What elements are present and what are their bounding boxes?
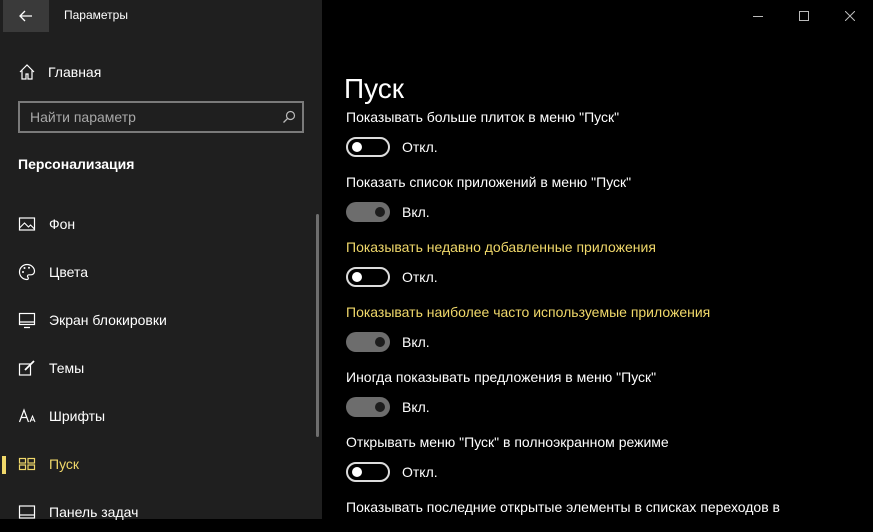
start-icon bbox=[18, 457, 36, 471]
close-button[interactable] bbox=[827, 0, 873, 32]
setting-label: Показывать последние открытые элементы в… bbox=[346, 499, 780, 515]
search-input[interactable] bbox=[20, 103, 280, 131]
search-box[interactable] bbox=[18, 101, 304, 133]
sidebar-item-label: Шрифты bbox=[49, 408, 106, 424]
sidebar-item-label: Пуск bbox=[49, 456, 80, 472]
sidebar-item-home[interactable]: Главная bbox=[18, 62, 101, 82]
close-icon bbox=[845, 11, 855, 21]
toggle-state: Вкл. bbox=[402, 204, 430, 220]
minimize-button[interactable] bbox=[735, 0, 781, 32]
sidebar: Параметры Главная Персонализация Фон Цве… bbox=[0, 0, 322, 520]
sidebar-item-label: Главная bbox=[48, 64, 102, 80]
minimize-icon bbox=[753, 16, 763, 17]
toggle-knob bbox=[375, 207, 385, 217]
font-icon bbox=[18, 408, 36, 423]
setting-more-tiles: Показывать больше плиток в меню "Пуск" О… bbox=[346, 109, 846, 158]
setting-suggestions: Иногда показывать предложения в меню "Пу… bbox=[346, 369, 846, 418]
palette-icon bbox=[18, 263, 36, 281]
setting-label: Показывать недавно добавленные приложени… bbox=[346, 239, 656, 255]
toggle-switch[interactable] bbox=[346, 267, 390, 287]
setting-app-list: Показать список приложений в меню "Пуск"… bbox=[346, 174, 846, 223]
app-title: Параметры bbox=[64, 8, 128, 22]
toggle-switch[interactable] bbox=[346, 462, 390, 482]
setting-label: Иногда показывать предложения в меню "Пу… bbox=[346, 369, 657, 385]
maximize-icon bbox=[799, 11, 809, 21]
back-button[interactable] bbox=[3, 0, 49, 32]
setting-label: Показывать больше плиток в меню "Пуск" bbox=[346, 109, 620, 125]
sidebar-item-themes[interactable]: Темы bbox=[0, 348, 310, 388]
setting-most-used: Показывать наиболее часто используемые п… bbox=[346, 304, 846, 353]
sidebar-item-label: Темы bbox=[49, 360, 85, 376]
sidebar-item-fonts[interactable]: Шрифты bbox=[0, 396, 310, 436]
toggle-switch[interactable] bbox=[346, 332, 390, 352]
arrow-left-icon bbox=[19, 10, 32, 22]
setting-fullscreen: Открывать меню "Пуск" в полноэкранном ре… bbox=[346, 434, 846, 483]
toggle-state: Откл. bbox=[402, 269, 438, 285]
toggle-state: Вкл. bbox=[402, 334, 430, 350]
setting-label: Открывать меню "Пуск" в полноэкранном ре… bbox=[346, 434, 669, 450]
toggle-knob bbox=[352, 142, 362, 152]
toggle-switch[interactable] bbox=[346, 202, 390, 222]
active-indicator bbox=[2, 456, 6, 474]
toggle-knob bbox=[352, 467, 362, 477]
toggle-knob bbox=[352, 272, 362, 282]
sidebar-item-label: Цвета bbox=[49, 264, 88, 280]
sidebar-item-colors[interactable]: Цвета bbox=[0, 252, 310, 292]
window-controls bbox=[735, 0, 873, 32]
maximize-button[interactable] bbox=[781, 0, 827, 32]
lock-screen-icon bbox=[18, 312, 36, 329]
toggle-state: Откл. bbox=[402, 464, 438, 480]
taskbar-icon bbox=[18, 505, 36, 519]
setting-recent-items: Показывать последние открытые элементы в… bbox=[346, 499, 846, 515]
toggle-switch[interactable] bbox=[346, 397, 390, 417]
setting-label: Показать список приложений в меню "Пуск" bbox=[346, 174, 632, 190]
toggle-knob bbox=[375, 337, 385, 347]
toggle-state: Откл. bbox=[402, 139, 438, 155]
sidebar-scrollbar[interactable] bbox=[316, 214, 319, 437]
sidebar-item-label: Фон bbox=[49, 216, 76, 232]
toggle-knob bbox=[375, 402, 385, 412]
sidebar-item-label: Панель задач bbox=[49, 504, 139, 520]
page-title: Пуск bbox=[344, 72, 405, 104]
section-title: Персонализация bbox=[18, 156, 135, 172]
toggle-state: Вкл. bbox=[402, 399, 430, 415]
sidebar-item-lock-screen[interactable]: Экран блокировки bbox=[0, 300, 310, 340]
sidebar-item-start[interactable]: Пуск bbox=[0, 444, 310, 484]
setting-label: Показывать наиболее часто используемые п… bbox=[346, 304, 711, 320]
setting-recently-added: Показывать недавно добавленные приложени… bbox=[346, 239, 846, 288]
toggle-switch[interactable] bbox=[346, 137, 390, 157]
sidebar-item-label: Экран блокировки bbox=[49, 312, 167, 328]
sidebar-item-background[interactable]: Фон bbox=[0, 204, 310, 244]
sidebar-item-taskbar[interactable]: Панель задач bbox=[0, 492, 310, 532]
brush-icon bbox=[18, 360, 35, 376]
image-icon bbox=[18, 217, 36, 231]
search-icon[interactable] bbox=[282, 110, 296, 124]
home-icon bbox=[19, 64, 35, 80]
